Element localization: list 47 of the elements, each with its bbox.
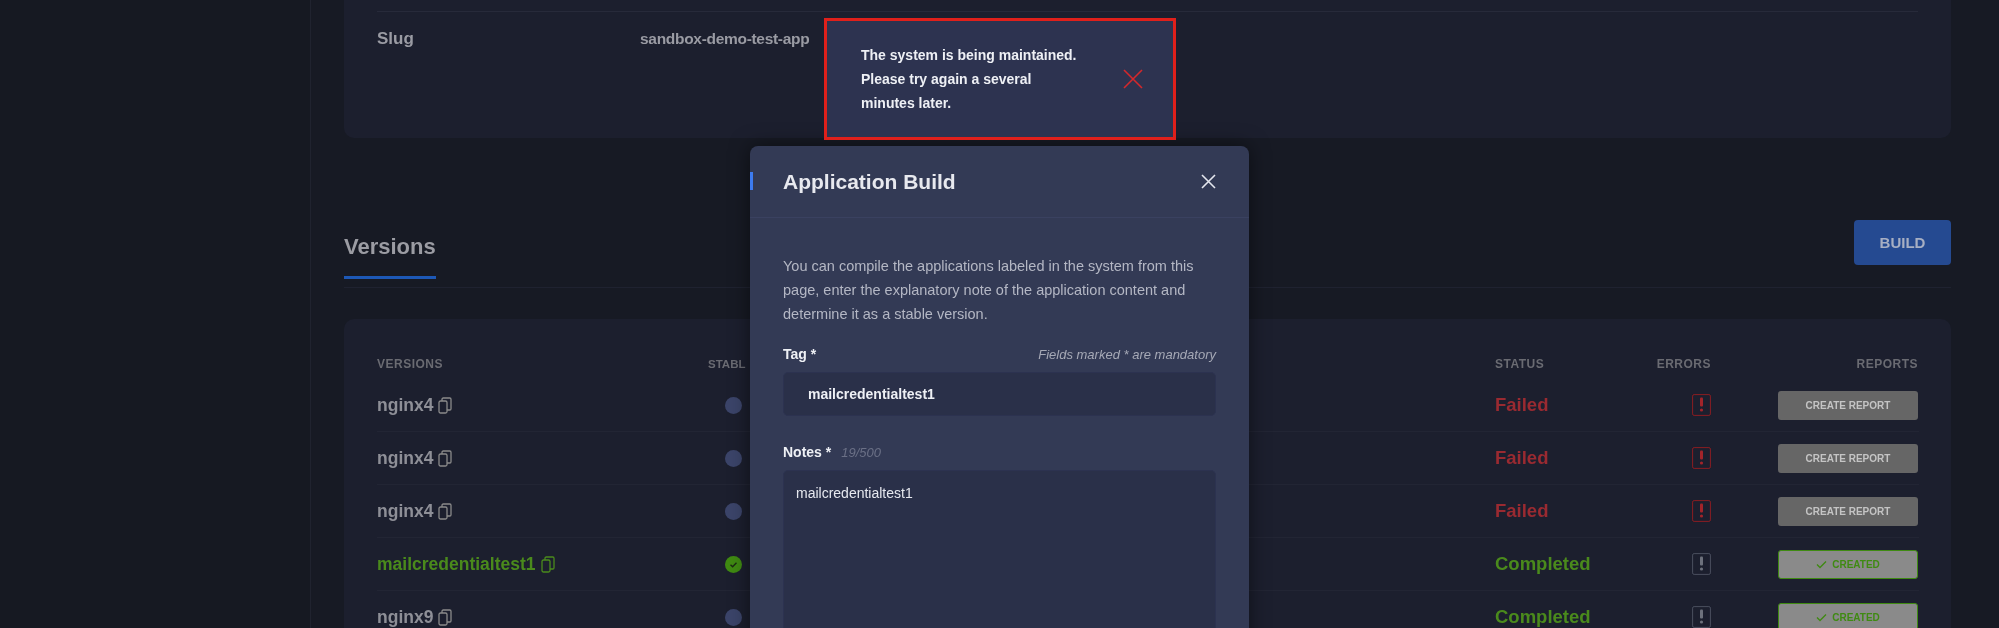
error-icon[interactable]: [1692, 553, 1711, 575]
status-text: Failed: [1495, 500, 1549, 521]
error-icon[interactable]: [1692, 394, 1711, 416]
error-icon[interactable]: [1692, 447, 1711, 469]
stable-dot-icon[interactable]: [725, 449, 742, 467]
detail-label: Slug: [377, 29, 415, 49]
check-icon: [1816, 559, 1828, 569]
copy-icon[interactable]: [438, 449, 453, 467]
stable-check-icon[interactable]: [725, 555, 742, 573]
toast-message: The system is being maintained. Please try again a several minutes later.: [861, 46, 1078, 113]
status-text: Failed: [1495, 447, 1549, 468]
version-name: nginx9: [377, 606, 434, 628]
error-icon[interactable]: [1692, 500, 1711, 522]
field-label: Tag *: [783, 346, 817, 362]
field-label: Notes *: [783, 444, 832, 460]
error-icon[interactable]: [1692, 606, 1711, 628]
copy-icon[interactable]: [438, 502, 453, 520]
column-header: VERSIONS: [377, 357, 444, 371]
status-text: Completed: [1495, 553, 1591, 574]
copy-icon[interactable]: [438, 608, 453, 626]
create-report-button[interactable]: CREATE REPORT: [1778, 496, 1918, 526]
status-text: Completed: [1495, 606, 1591, 627]
stable-dot-icon[interactable]: [725, 502, 742, 520]
column-header: REPORTS: [1856, 357, 1918, 371]
column-header: STATUS: [1495, 357, 1546, 371]
versions-tab[interactable]: Versions: [344, 220, 436, 279]
character-counter: 19/500: [841, 444, 881, 460]
copy-icon[interactable]: [438, 396, 453, 414]
dialog-description: You can compile the applications labeled in the system from this page, enter the explanatory note of the application content and determine it as a stable version.: [783, 257, 1195, 324]
detail-value: sandbox-demo-test-app: [640, 30, 810, 48]
stable-dot-icon[interactable]: [725, 608, 742, 626]
mandatory-hint: Fields marked * are mandatory: [1038, 346, 1216, 362]
dialog-title: Application Build: [783, 169, 957, 194]
create-report-button[interactable]: CREATE REPORT: [1778, 443, 1918, 473]
create-report-button[interactable]: CREATE REPORT: [1778, 390, 1918, 420]
stable-dot-icon[interactable]: [725, 396, 742, 414]
build-button[interactable]: BUILD: [1854, 220, 1951, 265]
version-name: nginx4: [377, 447, 434, 469]
version-name: nginx4: [377, 394, 434, 416]
notes-textarea[interactable]: mailcredentialtest1: [783, 470, 1216, 628]
version-name: nginx4: [377, 500, 434, 522]
status-text: Failed: [1495, 394, 1549, 415]
version-name: mailcredentialtest1: [377, 553, 536, 575]
tag-input[interactable]: mailcredentialtest1: [783, 372, 1216, 416]
copy-icon[interactable]: [540, 555, 555, 573]
check-icon: [1816, 612, 1828, 622]
column-header: STABL: [707, 358, 747, 370]
